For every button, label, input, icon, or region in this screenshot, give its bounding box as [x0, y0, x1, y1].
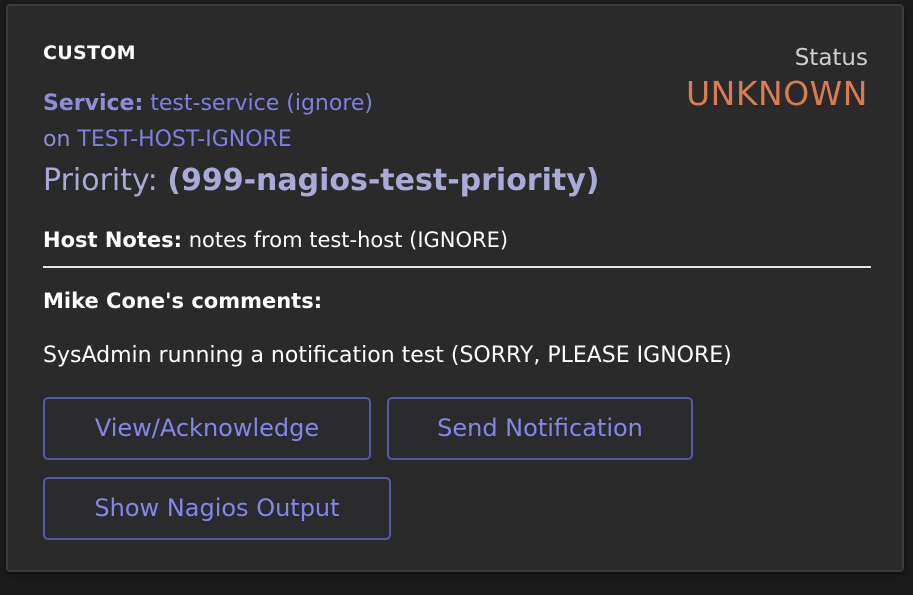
host-line: on TEST-HOST-IGNORE: [43, 126, 292, 154]
service-link[interactable]: test-service (ignore): [150, 91, 373, 116]
host-notes-value: notes from test-host (IGNORE): [188, 228, 509, 252]
priority-label: Priority:: [43, 163, 158, 198]
comment-text: SysAdmin running a notification test (SO…: [43, 343, 732, 368]
host-prefix: on: [43, 127, 71, 152]
comments-title: Mike Cone's comments:: [43, 289, 323, 313]
status-value: UNKNOWN: [686, 74, 868, 113]
status-title: Status: [794, 45, 868, 71]
priority-value: (999-nagios-test-priority): [167, 163, 600, 198]
alert-card: CUSTOM Status UNKNOWN Service: test-serv…: [6, 4, 904, 572]
service-label: Service:: [43, 91, 144, 116]
host-link[interactable]: TEST-HOST-IGNORE: [77, 127, 291, 152]
divider: [43, 266, 871, 268]
send-notification-button[interactable]: Send Notification: [387, 397, 693, 460]
view-acknowledge-button[interactable]: View/Acknowledge: [43, 397, 371, 460]
alert-type-label: CUSTOM: [43, 42, 136, 64]
show-nagios-output-button[interactable]: Show Nagios Output: [43, 477, 391, 540]
status-block: Status UNKNOWN: [686, 44, 868, 114]
host-notes-label: Host Notes:: [43, 228, 183, 252]
priority-line: Priority: (999-nagios-test-priority): [43, 162, 600, 200]
host-notes: Host Notes: notes from test-host (IGNORE…: [43, 226, 508, 254]
service-line: Service: test-service (ignore): [43, 90, 373, 118]
